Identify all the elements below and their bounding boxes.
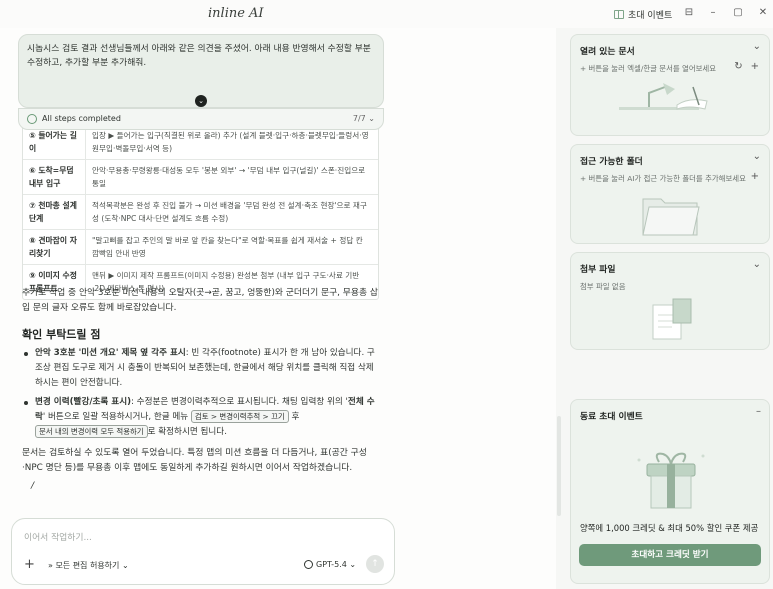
- menu-path-chip: 문서 내의 변경이력 모두 적용하기: [35, 425, 148, 438]
- response-paragraph: 문서는 검토하실 수 있도록 열어 두었습니다. 특정 맵의 미션 흐름을 더 …: [22, 448, 367, 473]
- folder-illustration-icon: [642, 198, 700, 236]
- table-row: ⑥ 도착=무덤 내부 입구 안악·무용총·무령왕릉·대성동 모두 '봉분 외부'…: [23, 159, 378, 194]
- table-cell-desc: 입장 ▶ 들어가는 입구(직결된 위로 올라) 추가 (설계 블렛·입구·하층·…: [85, 125, 378, 159]
- minimize-icon[interactable]: –: [706, 7, 720, 18]
- invite-event-text: 양쪽에 1,000 크레딧 & 최대 50% 할인 쿠폰 제공: [580, 523, 759, 533]
- close-icon[interactable]: ✕: [756, 7, 770, 18]
- invite-event-button[interactable]: 초대 이벤트: [614, 8, 672, 21]
- chevron-down-icon[interactable]: ⌄: [753, 41, 761, 52]
- chevron-down-icon[interactable]: ⌄: [753, 151, 761, 162]
- attachments-title: 첨부 파일: [580, 265, 616, 275]
- user-prompt-text: 시놉시스 검토 결과 선생님들께서 아래와 같은 의견을 주셨어. 아래 내용 …: [27, 44, 371, 68]
- steps-count: 7/7 ⌄: [352, 114, 375, 123]
- accessible-folders-panel: 접근 가능한 폴더 ⌄ + 버튼을 눌러 AI가 접근 가능한 폴더를 추가해보…: [570, 144, 770, 244]
- refresh-icon[interactable]: ↻: [734, 61, 742, 72]
- attachment-illustration-icon: [652, 298, 692, 340]
- edit-mode-select[interactable]: » 모든 편집 허용하기 ⌄: [48, 560, 129, 571]
- title-bar: inline AI 초대 이벤트 ⊟ – ▢ ✕: [0, 0, 773, 28]
- sidebar-toggle-icon[interactable]: ⊟: [682, 7, 696, 18]
- add-folder-button[interactable]: +: [751, 171, 759, 182]
- table-row: ⑤ 들어가는 길이 입장 ▶ 들어가는 입구(직결된 위로 올라) 추가 (설계…: [23, 125, 378, 159]
- open-documents-hint: + 버튼을 눌러 엑셀/한글 문서를 열어보세요: [580, 64, 717, 73]
- open-documents-panel: 열려 있는 문서 ⌄ + 버튼을 눌러 엑셀/한글 문서를 열어보세요 ↻ +: [570, 34, 770, 136]
- summary-table: ⑤ 들어가는 길이 입장 ▶ 들어가는 입구(직결된 위로 올라) 추가 (설계…: [22, 124, 379, 300]
- table-cell-desc: "말고삐를 잡고 주인의 말 바로 앞 칸을 찾는다"로 역할·목표를 쉽게 재…: [85, 230, 378, 264]
- gift-illustration-icon: [637, 452, 705, 509]
- accessible-folders-hint: + 버튼을 눌러 AI가 접근 가능한 폴더를 추가해보세요: [580, 174, 746, 183]
- app-logo: inline AI: [208, 6, 264, 21]
- invite-event-panel: 동료 초대 이벤트 – 양쪽에 1,000 크레딧 & 최대 50% 할인 쿠폰…: [570, 399, 770, 584]
- send-button[interactable]: ↑: [366, 555, 384, 573]
- steps-label: All steps completed: [42, 114, 121, 123]
- add-attachment-button[interactable]: +: [24, 557, 35, 572]
- table-cell-desc: 안악·무용총·무령왕릉·대성동 모두 '봉분 외부' → '무덤 내부 입구(널…: [85, 160, 378, 194]
- chat-input[interactable]: 이어서 작업하기...: [24, 530, 92, 543]
- invite-event-title: 동료 초대 이벤트: [580, 412, 643, 422]
- table-cell-title: ⑤ 들어가는 길이: [29, 131, 77, 153]
- documents-illustration-icon: [619, 83, 708, 110]
- table-row: ⑦ 천마총 설계 단계 적석목곽분은 완성 후 진입 불가 → 미션 배경을 '…: [23, 194, 378, 229]
- typing-cursor: /: [31, 481, 35, 491]
- table-cell-title: ⑦ 천마총 설계 단계: [29, 201, 77, 223]
- check-circle-icon: [27, 114, 37, 124]
- accessible-folders-title: 접근 가능한 폴더: [580, 157, 643, 167]
- table-row: ⑧ 견마잡이 자리찾기 "말고삐를 잡고 주인의 말 바로 앞 칸을 찾는다"로…: [23, 229, 378, 264]
- chat-scrollbar[interactable]: [557, 416, 561, 516]
- collapse-prompt-button[interactable]: ⌄: [195, 95, 207, 107]
- attachments-panel: 첨부 파일 ⌄ 첨부 파일 없음: [570, 252, 770, 350]
- response-paragraph: 추가로 작업 중 안악 3호분 미션 내용의 오탈자(곳→곧, 꿈고, 엉뚱한)…: [22, 288, 378, 313]
- model-select[interactable]: GPT-5.4 ⌄: [304, 560, 356, 569]
- table-cell-desc: 적석목곽분은 완성 후 진입 불가 → 미션 배경을 '무덤 완성 전 설계·축…: [85, 195, 378, 229]
- menu-path-chip: 검토 > 변경이력추적 > 끄기: [190, 410, 289, 423]
- attachments-empty-text: 첨부 파일 없음: [580, 282, 626, 291]
- response-heading: 확인 부탁드릴 점: [22, 328, 101, 341]
- invite-get-credit-button[interactable]: 초대하고 크레딧 받기: [579, 544, 761, 566]
- composer[interactable]: 이어서 작업하기... + » 모든 편집 허용하기 ⌄ GPT-5.4 ⌄ ↑: [11, 518, 395, 585]
- invite-event-label: 초대 이벤트: [628, 11, 673, 21]
- collapse-icon[interactable]: –: [756, 406, 761, 417]
- user-prompt-card: 시놉시스 검토 결과 선생님들께서 아래와 같은 의견을 주셨어. 아래 내용 …: [18, 34, 384, 108]
- maximize-icon[interactable]: ▢: [731, 7, 745, 18]
- table-cell-title: ⑧ 견마잡이 자리찾기: [29, 236, 77, 258]
- list-item: 변경 이력(빨강/초록 표시): 수정분은 변경이력추적으로 표시됩니다. 채팅…: [22, 395, 380, 440]
- add-document-button[interactable]: +: [751, 61, 759, 72]
- openai-icon: [304, 560, 313, 569]
- chevron-down-icon[interactable]: ⌄: [753, 259, 761, 270]
- response-bullets: 안악 3호분 '미션 개요' 제목 옆 각주 표시: 빈 각주(footnote…: [22, 346, 380, 444]
- steps-status-bar[interactable]: All steps completed 7/7 ⌄: [18, 108, 384, 130]
- open-documents-title: 열려 있는 문서: [580, 47, 635, 57]
- chat-panel: 시놉시스 검토 결과 선생님들께서 아래와 같은 의견을 주셨어. 아래 내용 …: [0, 28, 556, 589]
- gift-icon: [614, 10, 624, 19]
- table-cell-title: ⑥ 도착=무덤 내부 입구: [29, 166, 74, 188]
- list-item: 안악 3호분 '미션 개요' 제목 옆 각주 표시: 빈 각주(footnote…: [22, 346, 380, 391]
